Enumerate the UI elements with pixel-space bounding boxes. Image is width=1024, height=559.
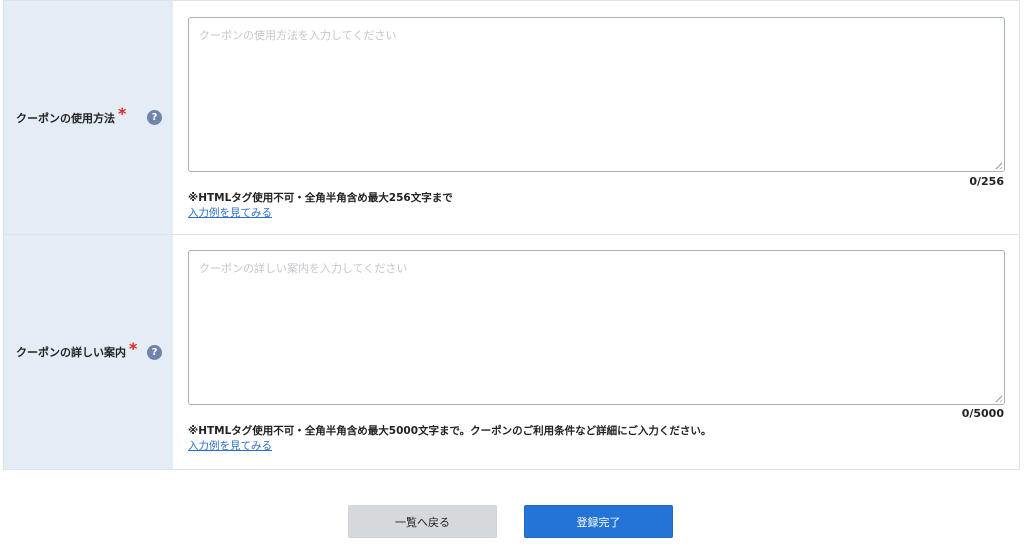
- details-example-link[interactable]: 入力例を見てみる: [188, 438, 272, 453]
- details-note: ※HTMLタグ使用不可・全角半角含め最大5000文字まで。クーポンのご利用条件な…: [188, 425, 712, 437]
- required-mark: *: [129, 338, 138, 358]
- details-placeholder: クーポンの詳しい案内を入力してください: [199, 262, 408, 275]
- field-label-usage: クーポンの使用方法: [16, 111, 115, 125]
- help-icon[interactable]: ?: [147, 344, 162, 360]
- help-icon[interactable]: ?: [147, 110, 162, 125]
- field-label-details: クーポンの詳しい案内: [16, 346, 126, 359]
- usage-placeholder: クーポンの使用方法を入力してください: [199, 29, 397, 42]
- usage-char-counter: 0/256: [969, 175, 1004, 188]
- details-textarea[interactable]: クーポンの詳しい案内を入力してください: [188, 250, 1005, 405]
- usage-note: ※HTMLタグ使用不可・全角半角含め最大256文字まで: [188, 192, 453, 204]
- required-mark: *: [118, 104, 127, 123]
- usage-example-link[interactable]: 入力例を見てみる: [188, 205, 272, 220]
- field-cell-usage: クーポンの使用方法を入力してください 0/256 ※HTMLタグ使用不可・全角半…: [173, 1, 1019, 234]
- form-row-usage: クーポンの使用方法 * ? クーポンの使用方法を入力してください 0/256 ※…: [4, 0, 1019, 234]
- usage-textarea[interactable]: クーポンの使用方法を入力してください: [188, 17, 1005, 172]
- details-char-counter: 0/5000: [961, 407, 1004, 420]
- field-cell-details: クーポンの詳しい案内を入力してください 0/5000 ※HTMLタグ使用不可・全…: [173, 235, 1019, 469]
- coupon-form-table: クーポンの使用方法 * ? クーポンの使用方法を入力してください 0/256 ※…: [3, 0, 1020, 470]
- back-to-list-button[interactable]: 一覧へ戻る: [348, 505, 497, 538]
- label-cell-details: クーポンの詳しい案内 * ?: [4, 235, 173, 469]
- label-cell-usage: クーポンの使用方法 * ?: [4, 1, 173, 234]
- complete-registration-button[interactable]: 登録完了: [524, 505, 673, 538]
- form-row-details: クーポンの詳しい案内 * ? クーポンの詳しい案内を入力してください 0/500…: [4, 234, 1019, 469]
- resize-handle-icon[interactable]: [993, 393, 1002, 402]
- resize-handle-icon[interactable]: [993, 160, 1002, 169]
